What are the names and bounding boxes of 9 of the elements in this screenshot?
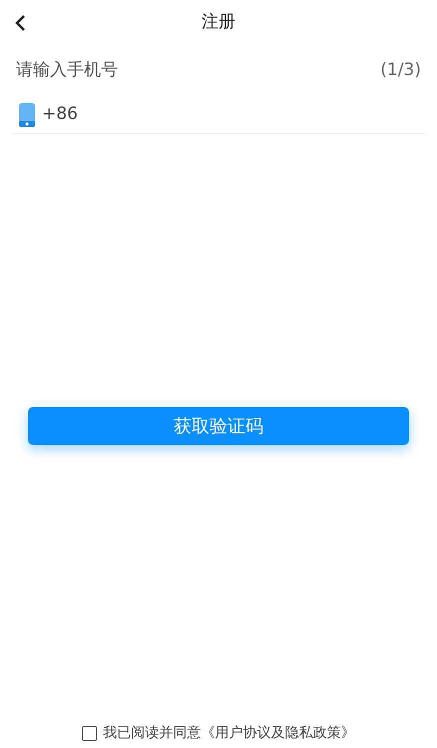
phone-icon: [19, 103, 35, 127]
agreement-checkbox[interactable]: [82, 726, 97, 740]
phone-input-field[interactable]: +86: [12, 98, 425, 134]
field-label: 请输入手机号: [16, 59, 118, 82]
agreement-text: 我已阅读并同意《用户协议及隐私政策》: [103, 724, 355, 742]
country-code: +86: [42, 103, 78, 126]
step-counter: (1/3): [380, 59, 421, 82]
page-title: 注册: [202, 11, 236, 34]
back-icon: [14, 14, 26, 32]
